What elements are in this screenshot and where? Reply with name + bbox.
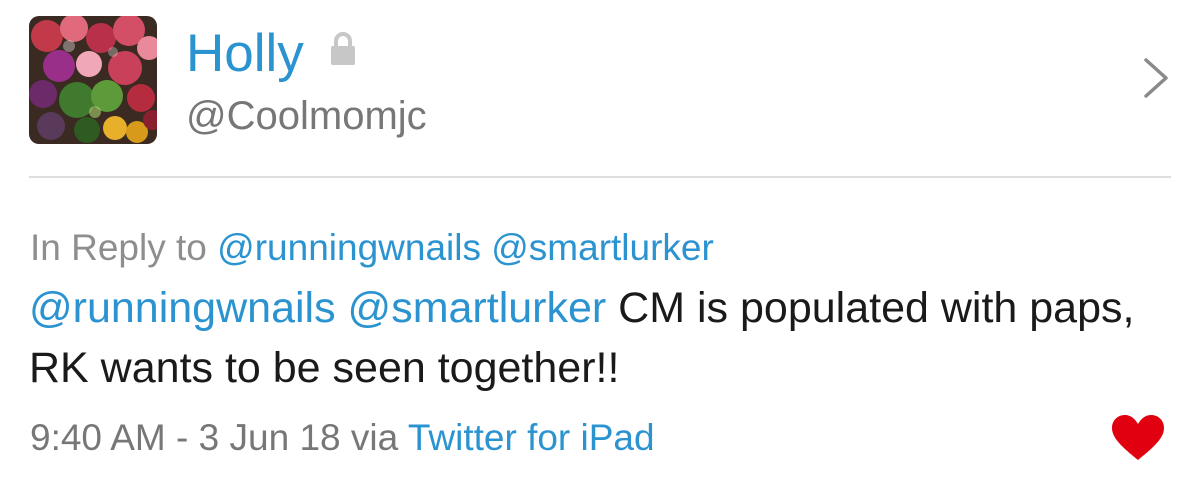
- tweet-time: 9:40 AM: [30, 417, 166, 458]
- reply-mention-runningwnails[interactable]: @runningwnails: [217, 227, 481, 268]
- tweet-text: @runningwnails @smartlurker CM is popula…: [29, 278, 1159, 398]
- lock-icon: [331, 32, 355, 65]
- tweet-date: 3 Jun 18: [198, 417, 341, 458]
- via-label: via: [350, 417, 399, 458]
- user-handle[interactable]: @Coolmomjc: [186, 92, 427, 140]
- profile-header[interactable]: Holly @Coolmomjc: [0, 0, 1200, 176]
- chevron-right-icon[interactable]: [1138, 56, 1174, 100]
- client-link[interactable]: Twitter for iPad: [408, 417, 655, 458]
- meta-separator: -: [176, 417, 189, 458]
- avatar[interactable]: [29, 16, 157, 144]
- heart-icon[interactable]: [1110, 414, 1166, 462]
- in-reply-to: In Reply to @runningwnails @smartlurker: [30, 223, 714, 273]
- reply-prefix: In Reply to: [30, 227, 207, 268]
- tweet-meta: 9:40 AM - 3 Jun 18 via Twitter for iPad: [30, 413, 655, 463]
- divider: [29, 176, 1171, 178]
- tweet-mention-runningwnails[interactable]: @runningwnails: [29, 284, 336, 332]
- reply-mention-smartlurker[interactable]: @smartlurker: [491, 227, 714, 268]
- flower-bouquet-photo: [29, 16, 157, 144]
- tweet-mention-smartlurker[interactable]: @smartlurker: [348, 284, 607, 332]
- display-name[interactable]: Holly: [186, 22, 304, 86]
